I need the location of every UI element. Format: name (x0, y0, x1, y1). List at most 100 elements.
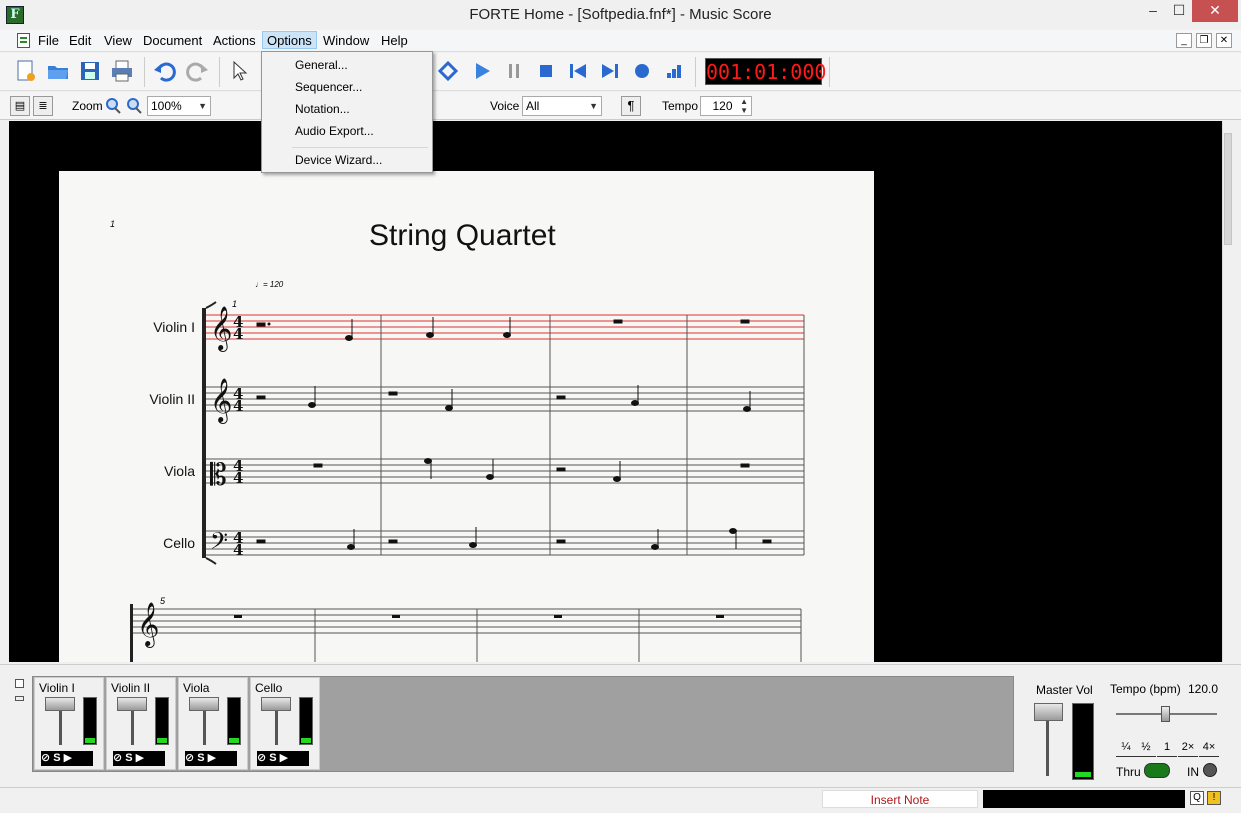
record-icon[interactable] (630, 59, 654, 83)
channel-fader-knob[interactable] (45, 697, 75, 711)
channel-fader-knob[interactable] (189, 697, 219, 711)
svg-text:4: 4 (233, 541, 243, 559)
spinner-icon[interactable]: ▲ ▼ (740, 97, 748, 115)
menu-item-notation[interactable]: Notation... (263, 99, 431, 119)
time-position-display: 001:01:000 (705, 58, 827, 85)
document-icon[interactable] (17, 33, 30, 48)
view-toolbar: ▤ ≣ Zoom 100% ▼ Voice All ▼ ¶ Tempo 120 ▲ ▼ (0, 92, 1241, 120)
menu-view[interactable]: View (100, 32, 136, 50)
master-vol-label: Master Vol (1036, 683, 1093, 697)
channel-strip: Cello ⊘ S ▶ (250, 677, 320, 770)
tempo-normal-button[interactable]: 1 (1157, 741, 1177, 757)
mixer-collapse-icon[interactable] (15, 696, 24, 701)
loop-icon[interactable] (436, 59, 460, 83)
channel-mute-solo-play-buttons[interactable]: ⊘ S ▶ (185, 751, 237, 766)
open-folder-icon[interactable] (46, 59, 70, 83)
close-button[interactable]: ✕ (1192, 0, 1238, 22)
voice-label: Voice (490, 99, 520, 113)
window-title: FORTE Home - [Softpedia.fnf*] - Music Sc… (469, 6, 772, 23)
channel-strip: Violin I ⊘ S ▶ (34, 677, 104, 770)
menu-document[interactable]: Document (139, 32, 206, 50)
thru-toggle[interactable] (1144, 763, 1170, 778)
channel-mute-solo-play-buttons[interactable]: ⊘ S ▶ (257, 751, 309, 766)
status-bar: Insert Note Q ! (0, 787, 1241, 813)
menu-window[interactable]: Window (319, 32, 373, 50)
warning-icon[interactable]: ! (1207, 791, 1221, 805)
vertical-scrollbar[interactable] (1222, 121, 1233, 662)
svg-text:4: 4 (233, 469, 243, 487)
tempo-input[interactable]: 120 ▲ ▼ (700, 96, 752, 116)
menu-options[interactable]: Options (262, 31, 317, 49)
channel-fader-knob[interactable] (117, 697, 147, 711)
zoom-select[interactable]: 100% ▼ (147, 96, 211, 116)
tempo-quadruple-button[interactable]: 4× (1199, 741, 1219, 757)
save-icon[interactable] (78, 59, 102, 83)
menu-bar: File Edit View Document Actions Options … (0, 30, 1241, 52)
svg-text:𝄞: 𝄞 (210, 306, 232, 352)
page-view-icon[interactable]: ▤ (10, 96, 30, 116)
select-arrow-icon[interactable] (228, 59, 252, 83)
mdi-restore-button[interactable]: ❐ (1196, 33, 1212, 48)
minimize-button[interactable]: – (1140, 0, 1166, 22)
search-icon[interactable]: Q (1190, 791, 1204, 805)
new-file-icon[interactable] (14, 59, 38, 83)
pause-icon[interactable] (502, 59, 526, 83)
svg-text:𝄞: 𝄞 (137, 602, 159, 648)
channel-fader-knob[interactable] (261, 697, 291, 711)
channel-mute-solo-play-buttons[interactable]: ⊘ S ▶ (41, 751, 93, 766)
menu-file[interactable]: File (34, 32, 63, 50)
menu-edit[interactable]: Edit (65, 32, 95, 50)
tempo-slider-thumb[interactable] (1161, 706, 1170, 722)
toolbar-separator (219, 57, 220, 87)
zoom-label: Zoom (72, 99, 103, 113)
toolbar-separator (829, 57, 830, 87)
redo-icon[interactable] (185, 59, 209, 83)
score-notation[interactable]: 𝄞 𝄞 𝄡 𝄢 44 44 44 44 𝄞 (59, 171, 874, 662)
meter-fill (301, 738, 311, 743)
score-page[interactable]: 1 String Quartet ♩= 120 1 5 Violin I Vio… (59, 171, 874, 662)
stop-icon[interactable] (534, 59, 558, 83)
channel-name: Viola (183, 681, 210, 695)
channel-name: Violin I (39, 681, 75, 695)
svg-text:𝄞: 𝄞 (210, 378, 232, 424)
menu-item-audio-export[interactable]: Audio Export... (263, 121, 431, 141)
tempo-double-button[interactable]: 2× (1178, 741, 1198, 757)
print-icon[interactable] (110, 59, 134, 83)
menu-actions[interactable]: Actions (209, 32, 260, 50)
undo-icon[interactable] (153, 59, 177, 83)
channel-name: Violin II (111, 681, 151, 695)
tempo-bpm-label: Tempo (bpm) (1110, 682, 1181, 696)
svg-text:4: 4 (233, 397, 243, 415)
mdi-minimize-button[interactable]: _ (1176, 33, 1192, 48)
svg-text:4: 4 (233, 325, 243, 343)
play-icon[interactable] (470, 59, 494, 83)
scroll-view-icon[interactable]: ≣ (33, 96, 53, 116)
tempo-quarter-button[interactable]: ¼ (1116, 741, 1136, 757)
rewind-icon[interactable] (566, 59, 590, 83)
chevron-down-icon: ▼ (198, 101, 207, 111)
show-formatting-button[interactable]: ¶ (621, 96, 641, 116)
master-fader-knob[interactable] (1034, 703, 1063, 721)
step-record-icon[interactable] (662, 59, 686, 83)
menu-item-sequencer[interactable]: Sequencer... (263, 77, 431, 97)
menu-help[interactable]: Help (377, 32, 412, 50)
menu-item-device-wizard[interactable]: Device Wizard... (263, 150, 431, 170)
tempo-bpm-value: 120.0 (1188, 682, 1219, 696)
maximize-button[interactable]: ☐ (1166, 0, 1192, 22)
zoom-in-icon[interactable] (104, 97, 122, 115)
zoom-out-icon[interactable] (125, 97, 143, 115)
tempo-label: Tempo (662, 99, 699, 113)
svg-text:𝄡: 𝄡 (210, 458, 227, 493)
meter-fill (157, 738, 167, 743)
scrollbar-thumb[interactable] (1224, 133, 1232, 245)
voice-select[interactable]: All ▼ (522, 96, 602, 116)
fast-forward-icon[interactable] (598, 59, 622, 83)
tempo-half-button[interactable]: ½ (1136, 741, 1156, 757)
mdi-close-button[interactable]: ✕ (1216, 33, 1232, 48)
voice-value: All (526, 99, 540, 113)
menu-item-general[interactable]: General... (263, 55, 431, 75)
mixer-toggle-icon[interactable] (15, 679, 24, 688)
meter-fill (229, 738, 239, 743)
score-canvas[interactable]: 1 String Quartet ♩= 120 1 5 Violin I Vio… (9, 121, 1222, 662)
channel-mute-solo-play-buttons[interactable]: ⊘ S ▶ (113, 751, 165, 766)
